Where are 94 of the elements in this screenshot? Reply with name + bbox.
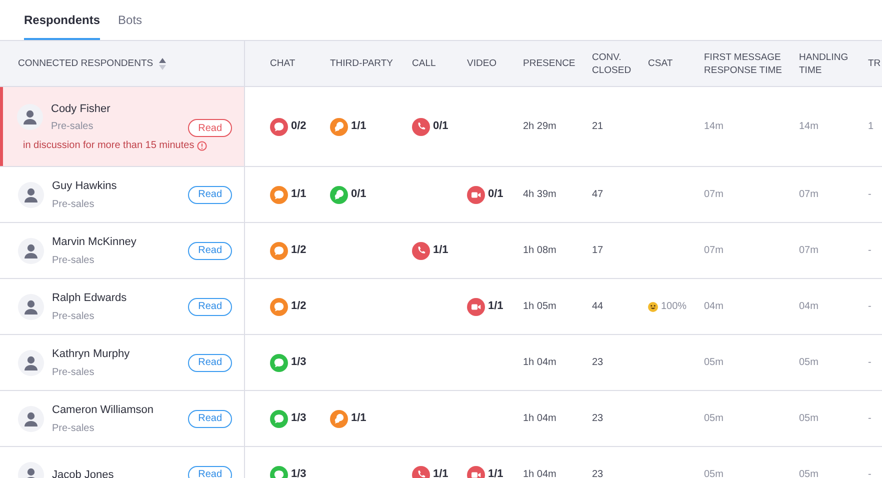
- table-cell-text: 04m: [799, 300, 818, 314]
- table-cell-text: 23: [592, 468, 604, 478]
- table-cell-text: 23: [592, 412, 604, 426]
- channel-count: 1/1: [488, 467, 504, 478]
- respondent-name: Kathryn Murphy: [52, 347, 131, 362]
- respondent-name: Cameron Williamson: [52, 403, 154, 418]
- table-cell-text: 05m: [704, 468, 724, 478]
- column-header[interactable]: CONNECTED RESPONDENTS: [18, 57, 154, 70]
- respondent-name: Jacob Jones: [52, 468, 115, 478]
- table-cell-text: 44: [592, 300, 604, 314]
- warning-text: in discussion for more than 15 minutes: [23, 139, 194, 154]
- channel-count: 1/3: [291, 355, 306, 370]
- read-button[interactable]: Read: [188, 186, 232, 204]
- table-cell-text: 17: [592, 244, 604, 258]
- team-label: Pre-sales: [51, 120, 94, 134]
- table-cell-text: -: [868, 468, 872, 478]
- channel-count: 1/1: [351, 411, 366, 426]
- read-button[interactable]: Read: [188, 298, 232, 316]
- tab[interactable]: Bots: [118, 7, 142, 40]
- team-label: Pre-sales: [52, 310, 96, 324]
- avatar-icon: [18, 294, 44, 320]
- table-cell-text: 07m: [799, 244, 818, 258]
- table-cell-text: -: [868, 188, 872, 202]
- table-cell-text: 05m: [799, 468, 818, 478]
- table-cell-text: -: [868, 300, 872, 314]
- column-header: CALL: [412, 58, 436, 69]
- table-cell-text: 1h 05m: [523, 300, 556, 314]
- read-button[interactable]: Read: [188, 410, 232, 428]
- avatar-icon: [17, 104, 43, 130]
- team-label: Pre-sales: [52, 198, 96, 212]
- table-cell-text: 47: [592, 188, 604, 202]
- read-button[interactable]: Read: [188, 242, 232, 260]
- channel-count: 0/2: [291, 119, 306, 134]
- column-header: VIDEO: [467, 58, 497, 69]
- table-cell-text: 1h 04m: [523, 468, 556, 478]
- channel-count: 1/1: [433, 467, 448, 478]
- table-cell-text: 1h 04m: [523, 412, 556, 426]
- channel-count: 1/3: [291, 467, 306, 478]
- team-label: Pre-sales: [52, 366, 96, 380]
- avatar-icon: [18, 182, 44, 208]
- avatar-icon: [18, 406, 44, 432]
- table-cell-text: 23: [592, 356, 604, 370]
- table-cell-text: 1h 08m: [523, 244, 556, 258]
- warning-icon: [197, 140, 208, 151]
- channel-count: 0/1: [351, 187, 366, 202]
- table-cell-text: 07m: [799, 188, 818, 202]
- channel-count: 1/1: [351, 119, 366, 134]
- channel-count: 1/3: [291, 411, 306, 426]
- smiley-icon: [648, 302, 658, 312]
- table-cell-text: 05m: [704, 412, 724, 426]
- avatar-icon: [18, 238, 44, 264]
- table-cell-text: -: [868, 244, 872, 258]
- table-cell-text: 05m: [799, 412, 818, 426]
- column-header: THIRD-PARTY: [330, 58, 393, 69]
- table-cell-text: -: [868, 356, 872, 370]
- channel-count: 1/2: [291, 299, 306, 314]
- respondent-name: Guy Hawkins: [52, 179, 118, 194]
- avatar-icon: [18, 350, 44, 376]
- read-button[interactable]: Read: [188, 466, 232, 478]
- team-label: Pre-sales: [52, 254, 96, 268]
- table-cell-text: 2h 29m: [523, 120, 556, 134]
- table-cell-text: 07m: [704, 244, 724, 258]
- channel-count: 0/1: [488, 187, 504, 202]
- table-cell-text: 14m: [704, 120, 724, 134]
- sort-icon[interactable]: [159, 58, 166, 70]
- table-cell-text: 100%: [661, 300, 687, 314]
- channel-count: 1/2: [291, 243, 306, 258]
- respondent-name: Ralph Edwards: [52, 291, 128, 306]
- column-header: CSAT: [648, 58, 673, 69]
- read-button[interactable]: Read: [188, 119, 232, 138]
- column-header: FIRST MESSAGE RESPONSE TIME: [704, 52, 782, 76]
- respondent-name: Marvin McKinney: [52, 235, 138, 250]
- team-label: Pre-sales: [52, 422, 96, 436]
- table-cell-text: 05m: [799, 356, 818, 370]
- table-cell-text: 4h 39m: [523, 188, 556, 202]
- table-cell-text: 05m: [704, 356, 724, 370]
- channel-count: 1/1: [433, 243, 448, 258]
- column-header: PRESENCE: [523, 58, 576, 69]
- channel-count: 0/1: [433, 119, 448, 134]
- table-cell-text: -: [868, 412, 872, 426]
- read-button[interactable]: Read: [188, 354, 232, 372]
- column-header: CONV. CLOSED: [592, 52, 632, 76]
- table-cell-text: 21: [592, 120, 604, 134]
- table-cell-text: 07m: [704, 188, 724, 202]
- respondent-name: Cody Fisher: [51, 102, 112, 117]
- table-cell-text: 14m: [799, 120, 818, 134]
- column-header: TR: [868, 58, 881, 69]
- table-cell-text: 04m: [704, 300, 724, 314]
- channel-count: 1/1: [291, 187, 306, 202]
- table-cell-text: 1: [868, 120, 874, 134]
- channel-count: 1/1: [488, 299, 504, 314]
- column-header: HANDLING TIME: [799, 52, 848, 76]
- table-cell-text: 1h 04m: [523, 356, 556, 370]
- column-header: CHAT: [270, 58, 296, 69]
